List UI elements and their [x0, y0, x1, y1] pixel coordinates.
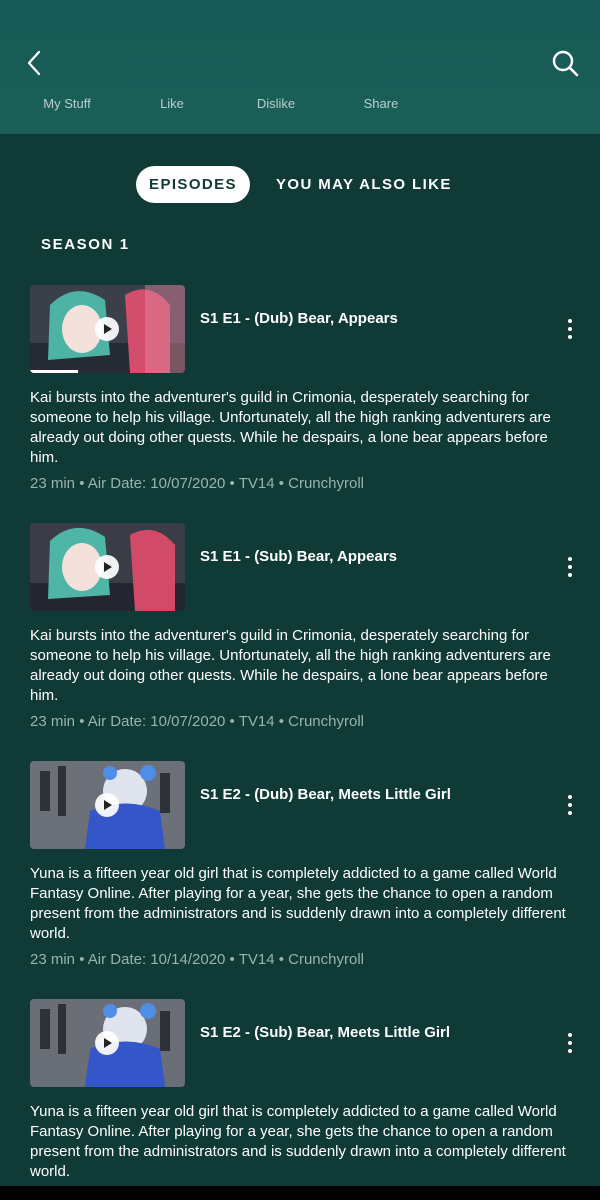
episode-title[interactable]: S1 E1 - (Sub) Bear, Appears [200, 548, 397, 565]
back-button[interactable] [22, 48, 50, 78]
app-header: My Stuff Like Dislike Share [0, 0, 600, 134]
play-icon[interactable] [95, 555, 119, 579]
episode-title[interactable]: S1 E1 - (Dub) Bear, Appears [200, 310, 398, 327]
my-stuff-button[interactable]: My Stuff [22, 96, 112, 111]
episode-description: Kai bursts into the adventurer's guild i… [30, 627, 551, 704]
episode-meta: 23 min • Air Date: 10/07/2020 • TV14 • C… [30, 475, 364, 492]
more-options-icon[interactable] [560, 793, 580, 817]
system-navigation-bar [0, 1186, 600, 1200]
play-icon[interactable] [95, 793, 119, 817]
more-options-icon[interactable] [560, 317, 580, 341]
episode-title[interactable]: S1 E2 - (Dub) Bear, Meets Little Girl [200, 786, 451, 803]
episode-description: Kai bursts into the adventurer's guild i… [30, 389, 551, 466]
play-icon[interactable] [95, 317, 119, 341]
episode-title[interactable]: S1 E2 - (Sub) Bear, Meets Little Girl [200, 1024, 450, 1041]
episode-description: Yuna is a fifteen year old girl that is … [30, 865, 566, 942]
watch-progress-bar [30, 370, 79, 373]
share-button[interactable]: Share [336, 96, 426, 111]
search-button[interactable] [550, 48, 580, 78]
more-options-icon[interactable] [560, 555, 580, 579]
back-chevron-icon [27, 50, 41, 76]
dislike-button[interactable]: Dislike [231, 96, 321, 111]
action-bar: My Stuff Like Dislike Share [0, 96, 600, 116]
tab-you-may-also-like[interactable]: YOU MAY ALSO LIKE [266, 166, 462, 203]
episode-thumbnail[interactable] [30, 523, 185, 611]
tab-episodes[interactable]: EPISODES [136, 166, 250, 203]
episode-thumbnail[interactable] [30, 285, 185, 373]
episode-description: Yuna is a fifteen year old girl that is … [30, 1103, 566, 1180]
play-icon[interactable] [95, 1031, 119, 1055]
tab-bar: EPISODES YOU MAY ALSO LIKE [0, 166, 600, 204]
episode-meta: 23 min • Air Date: 10/14/2020 • TV14 • C… [30, 951, 364, 968]
episode-meta: 23 min • Air Date: 10/07/2020 • TV14 • C… [30, 713, 364, 730]
search-icon [552, 50, 579, 77]
season-heading: SEASON 1 [41, 236, 130, 253]
episode-thumbnail[interactable] [30, 999, 185, 1087]
more-options-icon[interactable] [560, 1031, 580, 1055]
episode-thumbnail[interactable] [30, 761, 185, 849]
like-button[interactable]: Like [127, 96, 217, 111]
